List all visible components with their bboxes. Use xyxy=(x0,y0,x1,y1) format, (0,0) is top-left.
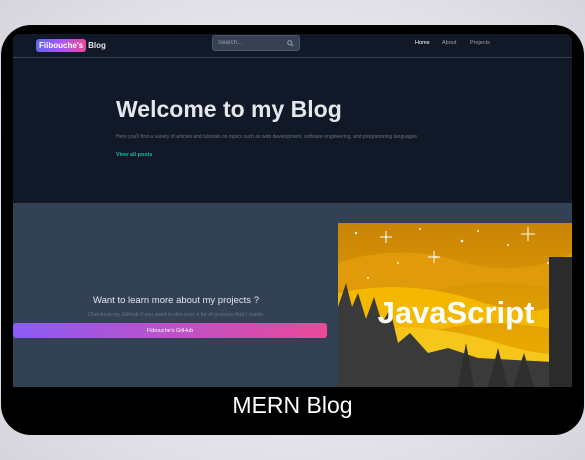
cta-title: Want to learn more about my projects ? xyxy=(93,295,259,306)
navbar: Fiibouche's Blog Home About Projects xyxy=(13,34,572,58)
caption-title: MERN Blog xyxy=(232,392,353,418)
logo-badge: Fiibouche's xyxy=(36,38,87,52)
javascript-image-text: JavaScript xyxy=(378,295,535,330)
view-all-posts-link[interactable]: View all posts xyxy=(116,152,152,158)
nav-link-home[interactable]: Home xyxy=(415,40,430,46)
projects-cta-section: Want to learn more about my projects ? C… xyxy=(13,205,572,387)
nav-link-projects[interactable]: Projects xyxy=(470,40,490,46)
search-box[interactable] xyxy=(212,35,300,51)
javascript-banner-image: JavaScript xyxy=(338,223,572,387)
cta-description: Checkout my GitHub if you want to discov… xyxy=(87,312,265,318)
browser-screen: Fiibouche's Blog Home About Projects Wel… xyxy=(13,34,572,387)
hero-section: Welcome to my Blog Here you'll find a va… xyxy=(13,58,572,203)
site-logo[interactable]: Fiibouche's Blog xyxy=(36,38,106,52)
github-button[interactable]: Fiibouche's GitHub xyxy=(13,323,327,338)
search-icon[interactable] xyxy=(287,39,294,47)
hero-description: Here you'll find a variety of articles a… xyxy=(116,134,419,140)
nav-link-about[interactable]: About xyxy=(442,40,456,46)
search-input[interactable] xyxy=(218,40,278,46)
hero-title: Welcome to my Blog xyxy=(116,96,342,122)
logo-text: Blog xyxy=(88,40,106,50)
